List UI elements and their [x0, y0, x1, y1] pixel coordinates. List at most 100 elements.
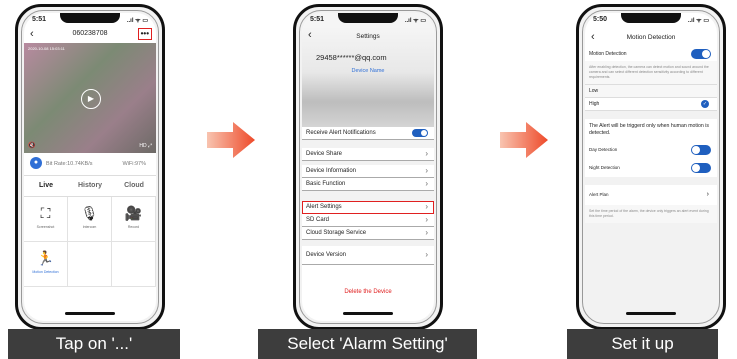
- phone-screen: 5:51 ..ıl ᯤ ▭ ‹ Settings 29458******@qq.…: [302, 13, 434, 321]
- divider: [302, 140, 434, 148]
- row-label: Night Detection: [589, 165, 620, 170]
- signal-wifi-battery-icon: ..ıl ᯤ ▭: [126, 18, 148, 24]
- alert-settings-row[interactable]: Alert Settings ›: [302, 201, 434, 214]
- more-options-button[interactable]: •••: [137, 28, 152, 40]
- day-detection-row: Day Detection: [585, 141, 717, 159]
- video-record-icon: 🎥: [124, 205, 143, 221]
- row-label: Day Detection: [589, 147, 618, 152]
- fullscreen-icon[interactable]: HD ⤢: [139, 143, 152, 149]
- account-email: 29458******@qq.com: [316, 53, 387, 62]
- phone-frame-live-view: 5:51 ..ıl ᯤ ▭ ‹ 060238708 ••• 2020-10-08…: [15, 4, 165, 330]
- chevron-right-icon: ›: [425, 149, 428, 158]
- row-label: Device Information: [306, 168, 357, 174]
- live-video-feed[interactable]: 2020-10-08 15:03:11 ▶ 🔇 HD ⤢: [24, 43, 156, 153]
- record-button[interactable]: 🎥 Record: [112, 197, 156, 242]
- status-bar: 5:51 ..ıl ᯤ ▭: [24, 13, 156, 27]
- screenshot-icon: ⛶: [40, 205, 51, 221]
- signal-wifi-battery-icon: ..ıl ᯤ ▭: [404, 18, 426, 24]
- tab-cloud[interactable]: Cloud: [112, 176, 156, 196]
- page-title: Settings: [356, 33, 380, 40]
- microphone-icon: 🎙: [80, 205, 99, 221]
- settings-header: ‹ Settings 29458******@qq.com Device Nam…: [302, 27, 434, 127]
- row-label: SD Card: [306, 217, 330, 223]
- phone-frame-motion-detection: 5:50 ..ıl ᯤ ▭ ‹ Motion Detection Motion …: [576, 4, 726, 330]
- chevron-right-icon: ›: [425, 215, 428, 224]
- signal-wifi-battery-icon: ..ıl ᯤ ▭: [687, 18, 709, 24]
- status-bar: 5:50 ..ıl ᯤ ▭: [585, 13, 717, 27]
- sensitivity-low-option[interactable]: Low: [585, 84, 717, 98]
- phone-notch: [621, 13, 681, 23]
- chevron-right-icon: ›: [425, 202, 428, 211]
- video-timestamp: 2020-10-08 15:03:11: [28, 46, 65, 51]
- stream-info-bar: ● Bit Rate:10.74KB/s WiFi:97%: [24, 153, 156, 176]
- row-label: Device Share: [306, 151, 343, 157]
- step-caption-2: Select 'Alarm Setting': [258, 329, 477, 359]
- empty-cell: [68, 242, 112, 287]
- cloud-storage-service-row[interactable]: Cloud Storage Service ›: [302, 227, 434, 240]
- device-share-row[interactable]: Device Share ›: [302, 148, 434, 161]
- motion-description: After enabling detection, the camera can…: [585, 61, 717, 84]
- row-label: Basic Function: [306, 181, 346, 187]
- row-label: Cloud Storage Service: [306, 230, 367, 236]
- speaker-mute-icon[interactable]: 🔇: [28, 142, 35, 149]
- play-icon[interactable]: ▶: [81, 89, 101, 109]
- phone-screen: 5:50 ..ıl ᯤ ▭ ‹ Motion Detection Motion …: [585, 13, 717, 321]
- receive-alert-notifications-row: Receive Alert Notifications: [302, 127, 434, 140]
- alert-plan-row[interactable]: Alert Plan ›: [585, 185, 717, 205]
- delete-device-button[interactable]: Delete the Device: [302, 289, 434, 295]
- phone-notch: [338, 13, 398, 23]
- chevron-right-icon: ›: [425, 250, 428, 259]
- motion-detection-button[interactable]: 🏃 Motion Detection: [24, 242, 68, 287]
- motion-detection-toggle[interactable]: [691, 49, 711, 59]
- option-label: Low: [589, 88, 599, 94]
- phone-screen: 5:51 ..ıl ᯤ ▭ ‹ 060238708 ••• 2020-10-08…: [24, 13, 156, 321]
- device-name-link[interactable]: Device Name: [302, 68, 434, 74]
- tool-label: Motion Detection: [32, 270, 59, 274]
- sensitivity-high-option[interactable]: High ✓: [585, 98, 717, 111]
- row-label: Alert Settings: [306, 204, 342, 210]
- alert-notifications-toggle[interactable]: [412, 129, 428, 137]
- view-tabs: Live History Cloud: [24, 176, 156, 197]
- divider: [585, 177, 717, 185]
- nav-bar: ‹ 060238708 •••: [24, 27, 156, 43]
- tool-label: Record: [127, 225, 140, 229]
- empty-cell: [112, 242, 156, 287]
- home-indicator: [65, 312, 115, 315]
- camera-icon: ●: [30, 157, 42, 169]
- status-time: 5:51: [310, 16, 325, 23]
- divider: [585, 111, 717, 119]
- chevron-right-icon: ›: [425, 228, 428, 237]
- chevron-right-icon: ›: [706, 191, 709, 198]
- chevron-right-icon: ›: [425, 179, 428, 188]
- alert-plan-description: Set the time period of the alarm, the de…: [585, 205, 717, 223]
- night-detection-row: Night Detection: [585, 159, 717, 177]
- sd-card-row[interactable]: SD Card ›: [302, 214, 434, 227]
- screenshot-button[interactable]: ⛶ Screenshot: [24, 197, 68, 242]
- phone-notch: [60, 13, 120, 23]
- row-label: Device Version: [306, 252, 347, 258]
- motion-detection-icon: 🏃: [36, 250, 55, 266]
- intercom-button[interactable]: 🎙 Intercom: [68, 197, 112, 242]
- page-title: 060238708: [72, 30, 108, 37]
- device-information-row[interactable]: Device Information ›: [302, 165, 434, 178]
- tab-history[interactable]: History: [68, 176, 112, 196]
- status-time: 5:50: [593, 16, 608, 23]
- nav-bar: ‹ Motion Detection: [585, 27, 717, 47]
- row-label: Receive Alert Notifications: [306, 130, 376, 136]
- motion-detection-row: Motion Detection: [585, 47, 717, 61]
- step-caption-3: Set it up: [567, 329, 718, 359]
- arrow-right-icon: [207, 122, 255, 158]
- arrow-right-icon: [500, 122, 548, 158]
- divider: [302, 191, 434, 201]
- day-detection-toggle[interactable]: [691, 145, 711, 155]
- tool-grid: ⛶ Screenshot 🎙 Intercom 🎥 Record 🏃 Motio…: [24, 197, 156, 287]
- checkmark-icon: ✓: [701, 100, 709, 108]
- home-indicator: [343, 312, 393, 315]
- tool-label: Intercom: [82, 225, 97, 229]
- step-caption-1: Tap on '...': [8, 329, 180, 359]
- phone-frame-settings: 5:51 ..ıl ᯤ ▭ ‹ Settings 29458******@qq.…: [293, 4, 443, 330]
- device-version-row[interactable]: Device Version ›: [302, 246, 434, 265]
- tab-live[interactable]: Live: [24, 176, 68, 196]
- basic-function-row[interactable]: Basic Function ›: [302, 178, 434, 191]
- night-detection-toggle[interactable]: [691, 163, 711, 173]
